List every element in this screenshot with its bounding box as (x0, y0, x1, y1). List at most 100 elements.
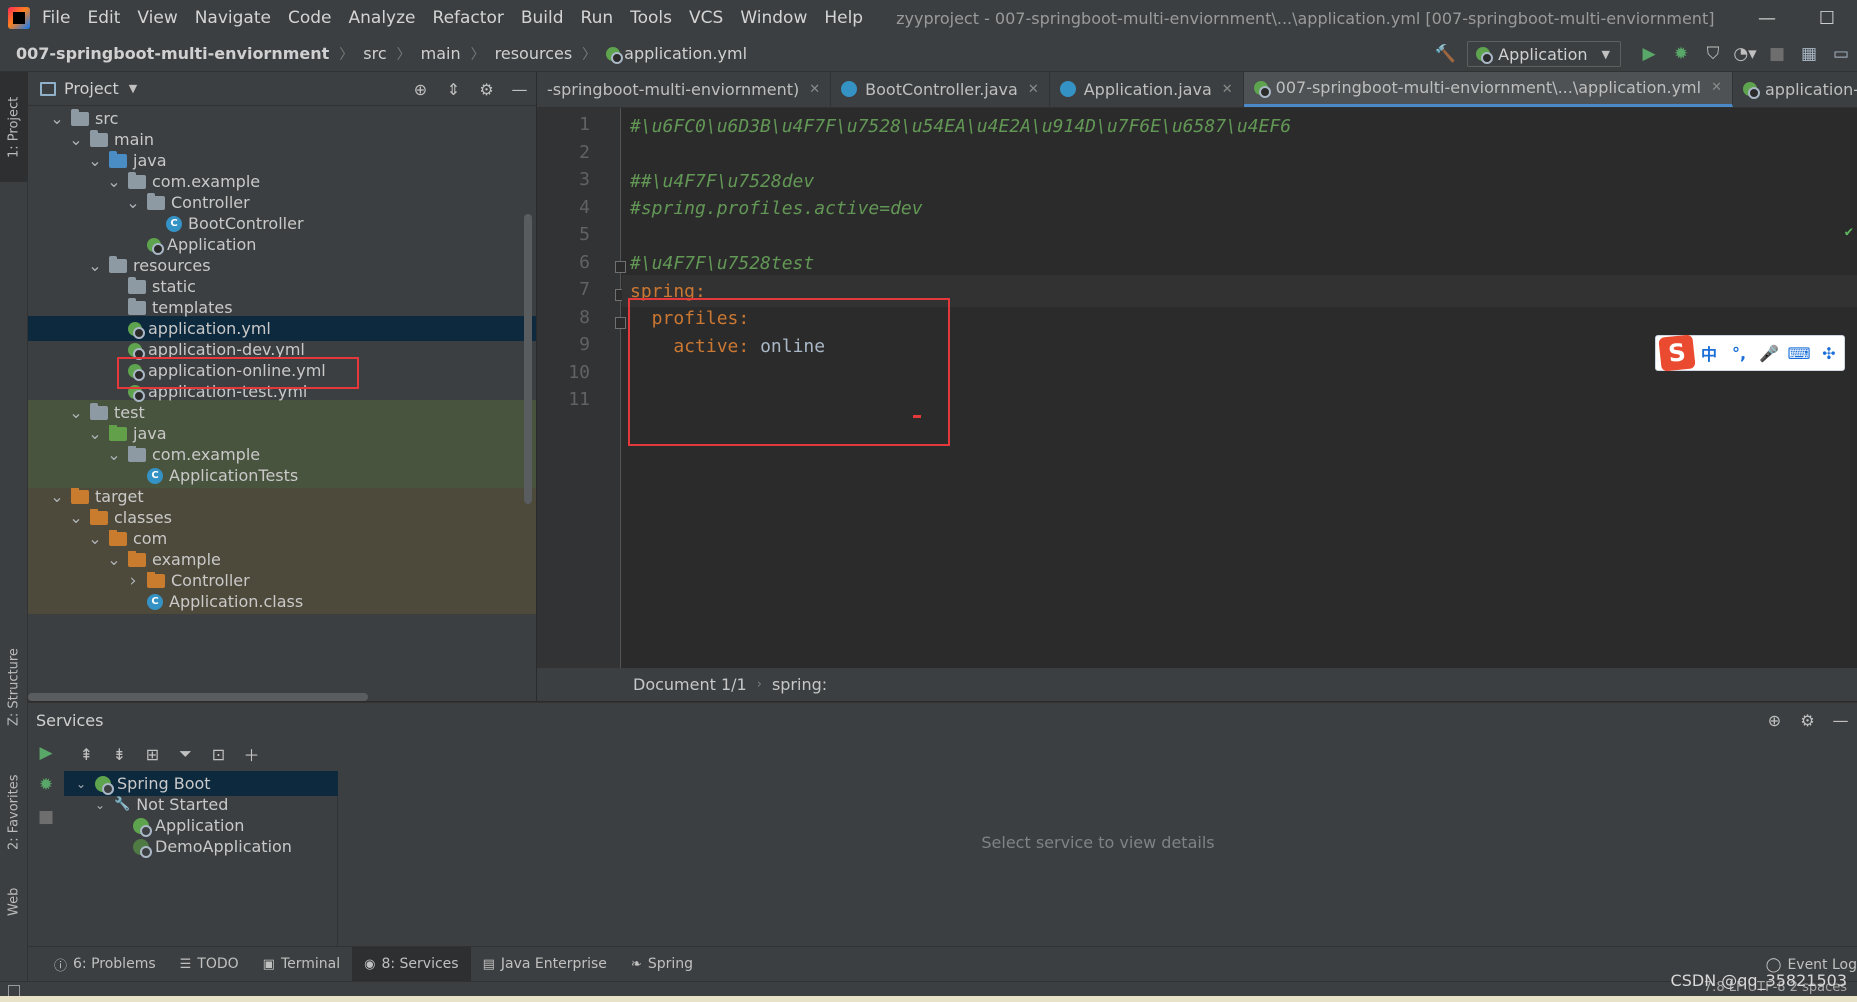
menu-file[interactable]: File (42, 8, 70, 28)
code-line[interactable]: #spring.profiles.active=dev (630, 193, 923, 225)
menu-edit[interactable]: Edit (87, 8, 120, 28)
chevron-icon[interactable]: ⌄ (125, 193, 141, 212)
close-tab-icon[interactable]: ✕ (1711, 80, 1722, 95)
bottom-tab[interactable]: ☰ TODO (168, 947, 251, 982)
chevron-icon[interactable]: ⌄ (49, 487, 65, 506)
hide-panel-icon[interactable]: — (503, 80, 536, 99)
run-configuration-dropdown[interactable]: Application ▼ (1467, 41, 1621, 67)
editor-tab-label: Application.java (1083, 79, 1212, 99)
menu-tools[interactable]: Tools (630, 8, 672, 28)
bottom-tab[interactable]: ◉ 8: Services (352, 946, 471, 982)
chevron-icon[interactable]: ⌄ (49, 109, 65, 128)
chevron-icon[interactable]: ⌄ (68, 130, 84, 149)
breadcrumb-project[interactable]: 007-springboot-multi-enviornment (16, 44, 329, 63)
menu-code[interactable]: Code (288, 8, 332, 28)
group-by-icon[interactable]: ⊞ (136, 745, 169, 764)
service-item[interactable]: DemoApplication (64, 834, 338, 859)
bottom-tab[interactable]: ▤ Java Enterprise (471, 947, 619, 982)
menu-window[interactable]: Window (740, 8, 807, 28)
editor-tab[interactable]: 007-springboot-multi-enviornment\...\app… (1243, 72, 1733, 107)
maximize-icon[interactable]: ☐ (1797, 8, 1857, 29)
menu-analyze[interactable]: Analyze (349, 8, 416, 28)
chevron-icon[interactable]: › (125, 571, 141, 591)
folder-icon (128, 444, 146, 462)
ime-chinese-mode[interactable]: 中 (1694, 341, 1724, 365)
ime-grid-icon[interactable]: ✣ (1814, 344, 1844, 363)
bottom-tab[interactable]: ⓘ 6: Problems (42, 947, 168, 982)
tool-tab-project[interactable]: 1: Project (0, 72, 28, 182)
run-icon[interactable]: ▶ (1633, 44, 1665, 64)
menu-navigate[interactable]: Navigate (195, 8, 271, 28)
project-panel-title[interactable]: Project (64, 79, 119, 98)
chevron-icon[interactable]: ⌄ (73, 777, 89, 791)
menu-refactor[interactable]: Refactor (433, 8, 504, 28)
ime-punctuation-icon[interactable]: °, (1724, 344, 1754, 363)
editor-tab[interactable]: -springboot-multi-enviornment) ✕ (537, 72, 832, 107)
chevron-icon[interactable]: ⌄ (68, 403, 84, 422)
tool-tab-web[interactable]: Web (0, 872, 28, 932)
chevron-down-icon[interactable]: ▼ (129, 82, 137, 95)
inspection-ok-icon[interactable]: ✔ (1845, 224, 1853, 240)
chevron-icon[interactable]: ⌄ (106, 172, 122, 191)
build-hammer-icon[interactable]: 🔨 (1429, 44, 1461, 64)
stop-icon[interactable]: ■ (28, 801, 64, 833)
editor-breadcrumb-node[interactable]: spring: (772, 675, 827, 694)
project-structure-icon[interactable]: ▦ (1793, 44, 1825, 64)
collapse-all-icon[interactable]: ⇟ (103, 745, 136, 764)
profiler-icon[interactable]: ◔▾ (1729, 44, 1761, 64)
locate-file-icon[interactable]: ⊕ (404, 80, 437, 99)
close-tab-icon[interactable]: ✕ (1222, 82, 1233, 97)
gear-icon[interactable]: ⚙ (470, 80, 503, 99)
editor-tab[interactable]: application-dev.yml✕ (1733, 72, 1857, 107)
add-service-icon[interactable]: ＋ (235, 742, 268, 766)
menu-run[interactable]: Run (581, 8, 614, 28)
gear-icon[interactable]: ⚙ (1791, 711, 1824, 730)
coverage-icon[interactable]: ⛉ (1697, 44, 1729, 64)
menu-build[interactable]: Build (521, 8, 564, 28)
expand-all-icon[interactable]: ⇞ (70, 745, 103, 764)
bottom-tab[interactable]: ▣ Terminal (251, 947, 352, 982)
editor-tab[interactable]: Application.java ✕ (1050, 72, 1244, 107)
sogou-logo[interactable]: S (1658, 334, 1696, 372)
tool-tab-favorites[interactable]: 2: Favorites (0, 762, 28, 862)
minimize-icon[interactable]: — (1737, 8, 1797, 29)
ime-keyboard-icon[interactable]: ⌨ (1784, 344, 1814, 363)
menu-vcs[interactable]: VCS (689, 8, 723, 28)
chevron-icon[interactable]: ⌄ (87, 529, 103, 548)
new-tab-icon[interactable]: ⊡ (202, 745, 235, 764)
run-icon[interactable]: ▶ (28, 737, 64, 769)
filter-icon[interactable]: ⏷ (169, 744, 202, 764)
collapse-all-icon[interactable]: ⇕ (437, 80, 470, 99)
tool-tab-structure[interactable]: Z: Structure (0, 637, 28, 737)
tree-horizontal-scrollbar[interactable] (28, 693, 368, 701)
menu-help[interactable]: Help (824, 8, 863, 28)
ime-microphone-icon[interactable]: 🎤 (1754, 344, 1784, 363)
menu-view[interactable]: View (137, 8, 177, 28)
close-tab-icon[interactable]: ✕ (1028, 82, 1039, 97)
chevron-icon[interactable]: ⌄ (68, 508, 84, 527)
editor-tab[interactable]: BootController.java ✕ (831, 72, 1050, 107)
chevron-icon[interactable]: ⌄ (92, 798, 108, 812)
tree-scrollbar[interactable] (524, 214, 532, 504)
chevron-icon[interactable]: ⌄ (87, 151, 103, 170)
breadcrumb-file[interactable]: application.yml (606, 44, 747, 64)
breadcrumb-resources[interactable]: resources (495, 44, 573, 63)
code-line[interactable]: #\u6FC0\u6D3B\u4F7F\u7528\u54EA\u4E2A\u9… (630, 110, 1291, 142)
editor-breadcrumb-document[interactable]: Document 1/1 (633, 675, 747, 694)
breadcrumb-main[interactable]: main (421, 44, 461, 63)
chevron-icon[interactable]: ⌄ (87, 256, 103, 275)
crosshair-icon[interactable]: ⊕ (1758, 711, 1791, 730)
code-token: ##\u4F7F\u7528dev (630, 170, 815, 192)
close-tab-icon[interactable]: ✕ (809, 82, 820, 97)
debug-icon[interactable]: ✹ (28, 769, 64, 801)
debug-icon[interactable]: ✹ (1665, 44, 1697, 64)
presentation-icon[interactable]: ▭ (1825, 44, 1857, 64)
bottom-tab[interactable]: ❧ Spring (619, 947, 705, 982)
tree-item[interactable]: ⌄ src (28, 106, 536, 131)
breadcrumb-src[interactable]: src (363, 44, 386, 63)
chevron-icon[interactable]: ⌄ (106, 550, 122, 569)
stop-icon[interactable]: ■ (1761, 44, 1793, 64)
chevron-icon[interactable]: ⌄ (87, 424, 103, 443)
hide-panel-icon[interactable]: — (1824, 711, 1857, 730)
chevron-icon[interactable]: ⌄ (106, 445, 122, 464)
